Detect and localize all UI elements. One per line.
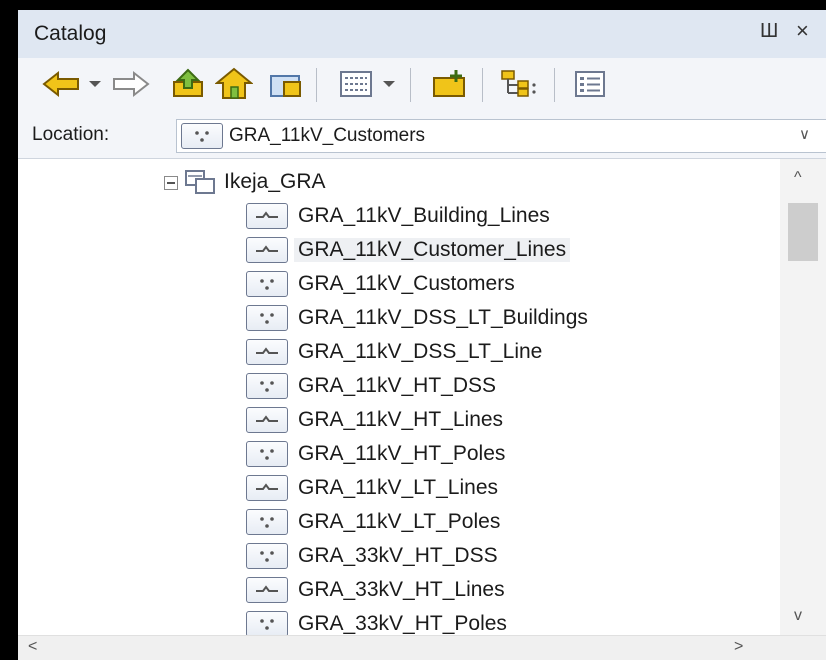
tree-item[interactable]: GRA_11kV_LT_Poles <box>246 505 500 539</box>
tree-item[interactable]: GRA_11kV_Customer_Lines <box>246 233 571 267</box>
close-icon[interactable]: × <box>796 18 809 44</box>
catalog-window: Catalog Ш × Location: GRA_11kV_Customers… <box>18 10 826 660</box>
tree-item[interactable]: GRA_11kV_DSS_LT_Buildings <box>246 301 588 335</box>
up-folder-button[interactable] <box>168 66 208 102</box>
point-feature-class-icon <box>246 509 288 535</box>
horizontal-scrollbar[interactable]: < > <box>18 635 826 660</box>
tree-icon <box>501 70 536 97</box>
connect-folder-icon <box>270 75 301 97</box>
vertical-scrollbar[interactable]: ^ v <box>780 159 826 635</box>
connect-folder-button[interactable] <box>266 66 306 102</box>
tree-item[interactable]: GRA_11kV_HT_Poles <box>246 437 505 471</box>
details-button[interactable] <box>570 66 610 102</box>
tree-item-label: GRA_11kV_DSS_LT_Buildings <box>298 306 588 329</box>
scroll-thumb[interactable] <box>788 203 818 261</box>
point-feature-class-icon <box>246 373 288 399</box>
tree-item[interactable]: GRA_11kV_HT_Lines <box>246 403 503 437</box>
dropdown-icon <box>89 81 101 87</box>
tree-item[interactable]: GRA_11kV_Building_Lines <box>246 199 550 233</box>
back-icon <box>42 70 79 98</box>
tree-item[interactable]: GRA_11kV_Customers <box>246 267 515 301</box>
location-combo[interactable]: GRA_11kV_Customers ∨ <box>176 119 826 153</box>
scroll-down-icon[interactable]: v <box>794 607 802 625</box>
location-value: GRA_11kV_Customers <box>229 125 426 146</box>
tree-item-label: GRA_11kV_LT_Lines <box>298 476 499 499</box>
tree-view-button[interactable] <box>498 66 542 102</box>
collapse-icon[interactable] <box>164 176 178 190</box>
tree-item-label: GRA_33kV_HT_DSS <box>298 544 498 567</box>
line-feature-class-icon <box>246 577 288 603</box>
line-feature-class-icon <box>246 475 288 501</box>
view-dropdown-icon <box>383 81 395 87</box>
up-folder-icon <box>173 68 203 97</box>
point-feature-class-icon <box>246 543 288 569</box>
details-icon <box>575 71 605 97</box>
tree-item[interactable]: GRA_11kV_DSS_LT_Line <box>246 335 542 369</box>
tree-item[interactable]: GRA_33kV_HT_DSS <box>246 539 498 573</box>
point-feature-class-icon <box>246 305 288 331</box>
point-feature-class-icon <box>246 271 288 297</box>
view-list-icon <box>340 71 372 97</box>
new-folder-icon <box>433 70 465 97</box>
tree-item-label: GRA_11kV_HT_DSS <box>298 374 497 397</box>
scroll-right-icon[interactable]: > <box>734 638 743 656</box>
point-feature-class-icon <box>181 123 223 149</box>
tree-item-label: GRA_33kV_HT_Poles <box>298 612 507 635</box>
tree-item-label: GRA_11kV_DSS_LT_Line <box>298 340 543 363</box>
line-feature-class-icon <box>246 339 288 365</box>
scroll-up-icon[interactable]: ^ <box>794 169 802 187</box>
toolbar-separator <box>482 68 483 102</box>
tree-item[interactable]: GRA_11kV_LT_Lines <box>246 471 498 505</box>
toolbar <box>18 58 826 115</box>
tree-item[interactable]: GRA_33kV_HT_Lines <box>246 573 505 607</box>
toolbar-separator <box>410 68 411 102</box>
line-feature-class-icon <box>246 203 288 229</box>
line-feature-class-icon <box>246 237 288 263</box>
line-feature-class-icon <box>246 407 288 433</box>
home-button[interactable] <box>214 66 254 102</box>
forward-icon <box>113 70 150 98</box>
location-bar: Location: GRA_11kV_Customers ∨ <box>18 114 826 159</box>
toolbar-separator <box>316 68 317 102</box>
tree-item-label: GRA_11kV_LT_Poles <box>298 510 501 533</box>
tree-item-label: GRA_33kV_HT_Lines <box>298 578 505 601</box>
pin-icon[interactable]: Ш <box>760 20 778 43</box>
tree-item-label: GRA_11kV_Customers <box>298 272 515 295</box>
back-button[interactable] <box>40 66 84 102</box>
tree-item-label: GRA_11kV_Customer_Lines <box>294 238 571 262</box>
point-feature-class-icon <box>246 611 288 637</box>
scroll-left-icon[interactable]: < <box>28 638 37 656</box>
tree-item[interactable]: GRA_11kV_HT_DSS <box>246 369 496 403</box>
tree-item-label: GRA_11kV_HT_Lines <box>298 408 504 431</box>
tree-item-label: GRA_11kV_Building_Lines <box>298 204 550 227</box>
chevron-down-icon[interactable]: ∨ <box>799 125 810 143</box>
tree-root-item[interactable]: Ikeja_GRA <box>184 165 326 199</box>
feature-dataset-icon <box>185 170 215 194</box>
view-dropdown-button[interactable] <box>380 66 398 102</box>
tree-item-label: GRA_11kV_HT_Poles <box>298 442 506 465</box>
toolbar-separator <box>554 68 555 102</box>
title-bar: Catalog Ш × <box>18 10 826 58</box>
view-button[interactable] <box>336 66 376 102</box>
home-icon <box>215 67 253 99</box>
point-feature-class-icon <box>246 441 288 467</box>
new-folder-button[interactable] <box>430 66 470 102</box>
forward-button[interactable] <box>108 66 152 102</box>
location-label: Location: <box>32 124 110 145</box>
catalog-tree: Ikeja_GRA GRA_11kV_Building_Lines GRA_11k… <box>18 159 778 637</box>
tree-root-label: Ikeja_GRA <box>224 170 326 193</box>
window-title: Catalog <box>34 22 107 45</box>
back-dropdown-button[interactable] <box>86 66 104 102</box>
